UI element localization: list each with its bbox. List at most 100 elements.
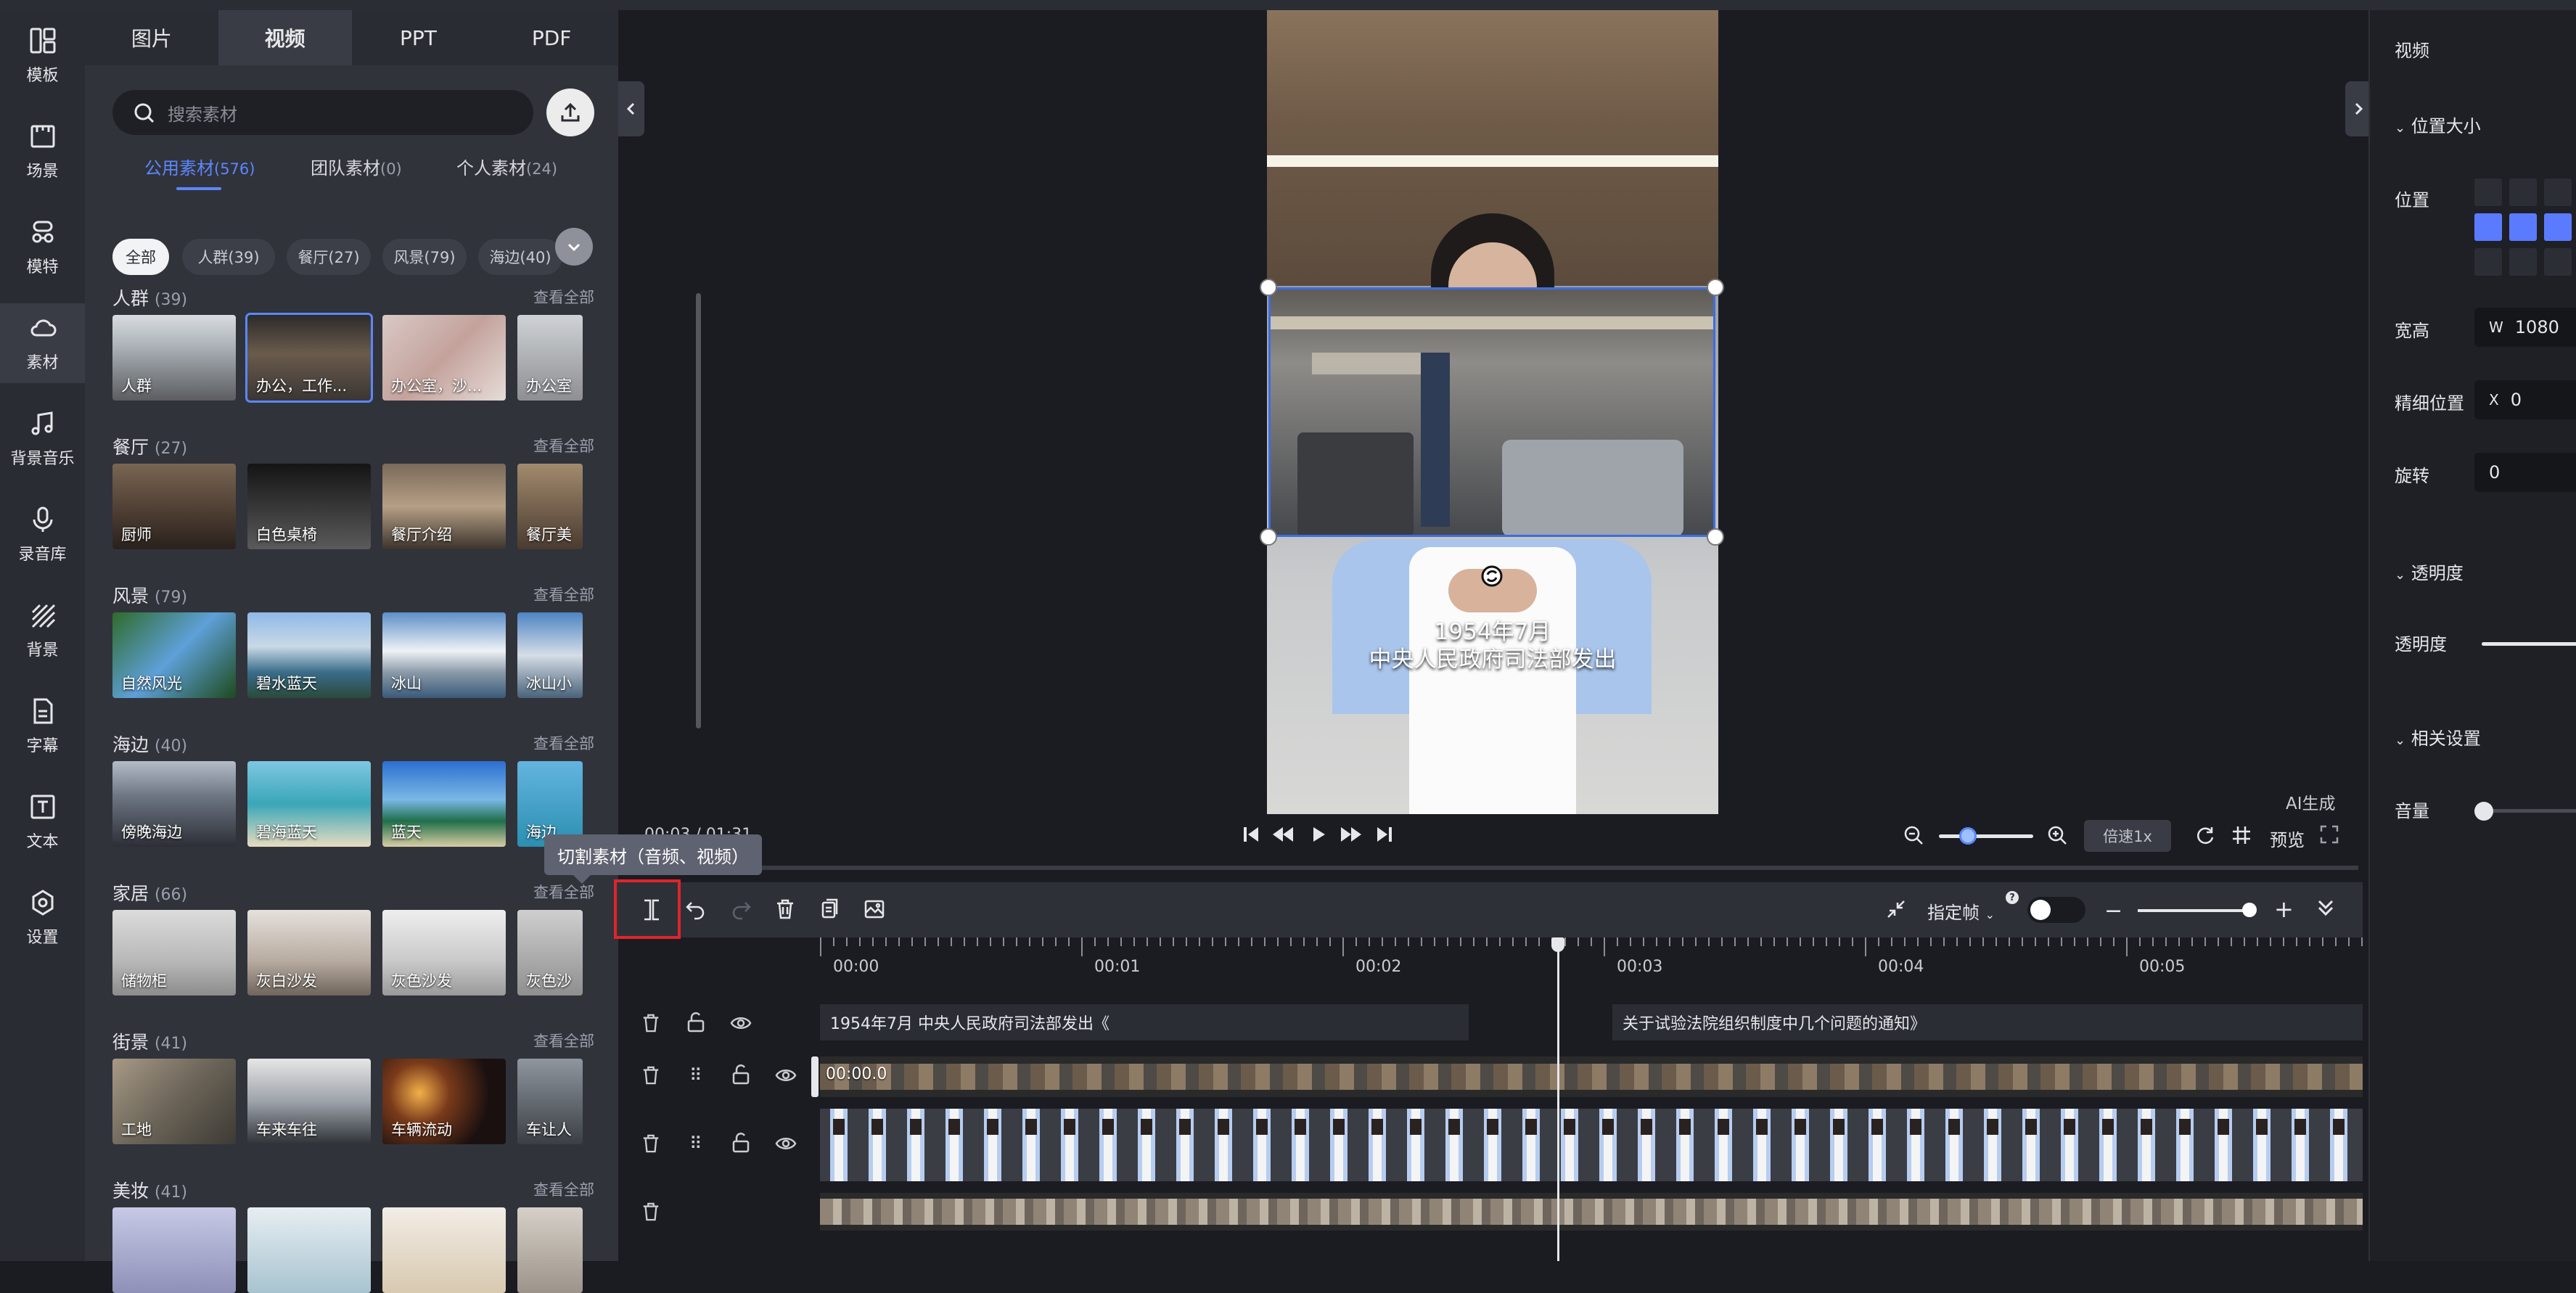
view-all-link[interactable]: 查看全部 [533, 583, 594, 605]
replace-image-button[interactable] [864, 898, 885, 923]
resize-handle[interactable] [1260, 279, 1277, 296]
position-grid-cell[interactable] [2509, 248, 2537, 276]
tab-personal-assets[interactable]: 个人素材(24) [456, 154, 557, 179]
asset-thumbnail[interactable]: 冰山 [382, 612, 506, 698]
resize-handle[interactable] [1707, 279, 1724, 296]
tab-team-assets[interactable]: 团队素材(0) [311, 154, 402, 179]
playback-progress-bar[interactable] [726, 866, 2358, 870]
section-position-size[interactable]: ⌄ 位置大小 [2395, 112, 2481, 137]
zoom-in-button[interactable] [2046, 824, 2068, 849]
rail-item-background[interactable]: 背景 [0, 591, 85, 670]
frame-toggle[interactable] [2027, 897, 2085, 923]
rewind-button[interactable] [1271, 824, 1295, 847]
asset-thumbnail[interactable]: 灰色沙发 [382, 910, 506, 996]
drag-handle-icon[interactable]: ⠿ [689, 1065, 702, 1085]
speed-selector[interactable]: 倍速1x [2084, 820, 2171, 852]
rotation-input[interactable]: 0 [2474, 453, 2576, 492]
timeline-zoom-in-button[interactable]: + [2274, 895, 2294, 923]
playhead[interactable] [1557, 940, 1559, 1261]
refresh-button[interactable] [2194, 824, 2216, 849]
asset-thumbnail[interactable]: 储物柜 [112, 910, 236, 996]
rail-item-scene[interactable]: 场景 [0, 112, 85, 192]
rail-item-settings[interactable]: 设置 [0, 878, 85, 958]
chip-seaside[interactable]: 海边(40) [478, 239, 562, 275]
position-grid-cell[interactable] [2509, 213, 2537, 241]
asset-thumbnail[interactable]: 车让人 [517, 1059, 583, 1144]
caption-clip[interactable]: 关于试验法院组织制度中几个问题的通知》 [1612, 1004, 2363, 1040]
position-grid-cell[interactable] [2474, 178, 2502, 206]
asset-thumbnail[interactable] [112, 1207, 236, 1293]
section-related-settings[interactable]: ⌄ 相关设置 [2395, 724, 2481, 750]
position-grid-cell[interactable] [2474, 248, 2502, 276]
asset-thumbnail[interactable]: 餐厅介绍 [382, 464, 506, 549]
shrink-button[interactable] [1885, 898, 1907, 923]
asset-thumbnail[interactable]: 灰色沙 [517, 910, 583, 996]
selection-box[interactable] [1268, 287, 1715, 537]
track-delete-button[interactable] [641, 1013, 660, 1036]
delete-button[interactable] [775, 898, 795, 923]
timeline-zoom-slider[interactable] [2138, 909, 2254, 912]
collapse-timeline-button[interactable] [2315, 897, 2337, 921]
section-opacity[interactable]: ⌄ 透明度 [2395, 559, 2464, 584]
fast-forward-button[interactable] [1340, 824, 1363, 847]
asset-thumbnail[interactable]: 灰白沙发 [247, 910, 371, 996]
rail-item-assets[interactable]: 素材 [0, 303, 85, 383]
tab-public-assets[interactable]: 公用素材(576) [144, 154, 255, 179]
rail-item-music[interactable]: 背景音乐 [0, 399, 85, 479]
video-clip-background[interactable] [820, 1193, 2363, 1231]
chip-restaurant[interactable]: 餐厅(27) [287, 239, 371, 275]
asset-thumbnail[interactable]: 碧水蓝天 [247, 612, 371, 698]
preview-button[interactable]: 预览 [2270, 826, 2305, 851]
position-grid-cell[interactable] [2544, 248, 2572, 276]
search-input[interactable]: 搜索素材 [112, 90, 533, 135]
asset-thumbnail[interactable] [382, 1207, 506, 1293]
panel-scrollbar[interactable] [696, 293, 701, 728]
track-lock-button[interactable] [731, 1064, 750, 1088]
rail-item-subtitle[interactable]: 字幕 [0, 686, 85, 766]
x-position-input[interactable]: X0 [2474, 380, 2576, 419]
track-visibility-button[interactable] [730, 1014, 752, 1035]
rail-item-model[interactable]: 模特 [0, 208, 85, 287]
video-clip-presenter[interactable] [820, 1109, 2363, 1181]
video-clip-office[interactable]: 00:00.0 [820, 1056, 2363, 1097]
timeline-ruler[interactable]: 00:00 00:01 00:02 00:03 00:04 00:05 [820, 937, 2363, 978]
redo-button[interactable] [730, 898, 752, 923]
track-visibility-button[interactable] [775, 1135, 797, 1155]
view-all-link[interactable]: 查看全部 [533, 286, 594, 308]
view-all-link[interactable]: 查看全部 [533, 1030, 594, 1051]
view-all-link[interactable]: 查看全部 [533, 881, 594, 903]
tab-ppt[interactable]: PPT [352, 10, 485, 65]
resize-handle[interactable] [1707, 528, 1724, 546]
chip-all[interactable]: 全部 [112, 239, 169, 275]
position-grid-cell[interactable] [2474, 213, 2502, 241]
asset-thumbnail[interactable]: 办公室 [517, 315, 583, 401]
upload-button[interactable] [546, 89, 594, 136]
rail-item-recordings[interactable]: 录音库 [0, 495, 85, 575]
chip-crowd[interactable]: 人群(39) [182, 239, 275, 275]
asset-thumbnail[interactable] [247, 1207, 371, 1293]
view-all-link[interactable]: 查看全部 [533, 1178, 594, 1200]
resize-handle[interactable] [1260, 528, 1277, 546]
asset-thumbnail[interactable]: 傍晚海边 [112, 761, 236, 847]
asset-thumbnail[interactable]: 车辆流动 [382, 1059, 506, 1144]
clip-trim-handle[interactable] [811, 1056, 819, 1097]
asset-thumbnail[interactable]: 厨师 [112, 464, 236, 549]
asset-thumbnail[interactable]: 办公室，沙... [382, 315, 506, 401]
drag-handle-icon[interactable]: ⠿ [689, 1133, 702, 1154]
track-lock-button[interactable] [731, 1132, 750, 1157]
rail-item-template[interactable]: 模板 [0, 16, 85, 96]
collapse-left-panel-button[interactable] [618, 81, 644, 136]
preview-zoom-knob[interactable] [1959, 827, 1977, 845]
rail-item-text[interactable]: 文本 [0, 782, 85, 862]
more-chips-button[interactable] [555, 228, 593, 266]
position-grid-cell[interactable] [2544, 178, 2572, 206]
asset-thumbnail[interactable]: 办公，工作... [245, 313, 373, 403]
caption-clip[interactable]: 1954年7月 中央人民政府司法部发出《 [820, 1004, 1469, 1040]
asset-thumbnail[interactable] [517, 1207, 583, 1293]
frame-selector[interactable]: 指定帧 ⌄ [1927, 898, 1995, 924]
position-grid-cell[interactable] [2509, 178, 2537, 206]
volume-slider[interactable] [2483, 809, 2576, 813]
asset-thumbnail[interactable]: 工地 [112, 1059, 236, 1144]
track-lock-button[interactable] [686, 1011, 705, 1036]
asset-thumbnail[interactable]: 碧海蓝天 [247, 761, 371, 847]
